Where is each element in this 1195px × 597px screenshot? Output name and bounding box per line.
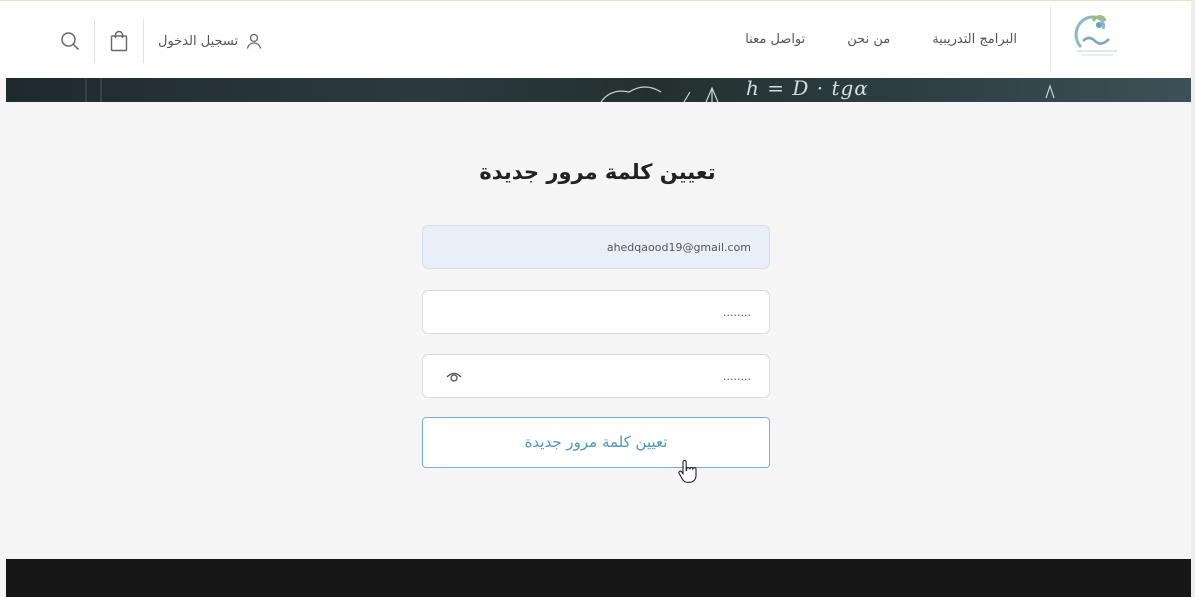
- site-header: البرامج التدريبية من نحن تواصل معنا تسجي…: [0, 0, 1195, 78]
- header-actions: تسجيل الدخول: [50, 19, 268, 63]
- new-password-input[interactable]: [423, 291, 769, 333]
- main-nav: البرامج التدريبية من نحن تواصل معنا: [745, 32, 1017, 47]
- hero-banner: h = D · tgα: [6, 78, 1191, 102]
- email-input[interactable]: [423, 226, 769, 268]
- confirm-password-input[interactable]: [423, 355, 769, 397]
- hero-formula: h = D · tgα: [746, 78, 869, 100]
- user-icon: [246, 33, 262, 49]
- eye-icon[interactable]: [445, 368, 463, 386]
- search-icon[interactable]: [50, 21, 90, 61]
- site-logo[interactable]: [1050, 7, 1150, 71]
- shopping-bag-icon[interactable]: [99, 21, 139, 61]
- email-field[interactable]: [422, 225, 770, 269]
- confirm-password-field[interactable]: [422, 354, 770, 398]
- login-link[interactable]: تسجيل الدخول: [148, 33, 268, 49]
- nav-item-about-us[interactable]: من نحن: [847, 32, 890, 47]
- site-footer: [6, 559, 1191, 597]
- login-label: تسجيل الدخول: [158, 33, 239, 49]
- divider: [94, 19, 95, 63]
- chalkboard-drawing: [85, 78, 1055, 102]
- nav-item-contact-us[interactable]: تواصل معنا: [745, 32, 805, 47]
- page-title: تعيين كلمة مرور جديدة: [479, 160, 716, 184]
- logo-icon: [1074, 15, 1117, 56]
- new-password-field[interactable]: [422, 290, 770, 334]
- set-password-button[interactable]: تعيين كلمة مرور جديدة: [422, 417, 770, 468]
- scrollbar[interactable]: [1191, 0, 1195, 597]
- divider: [143, 19, 144, 63]
- nav-item-training-programs[interactable]: البرامج التدريبية: [932, 32, 1017, 47]
- hand-cursor-icon: [678, 460, 697, 483]
